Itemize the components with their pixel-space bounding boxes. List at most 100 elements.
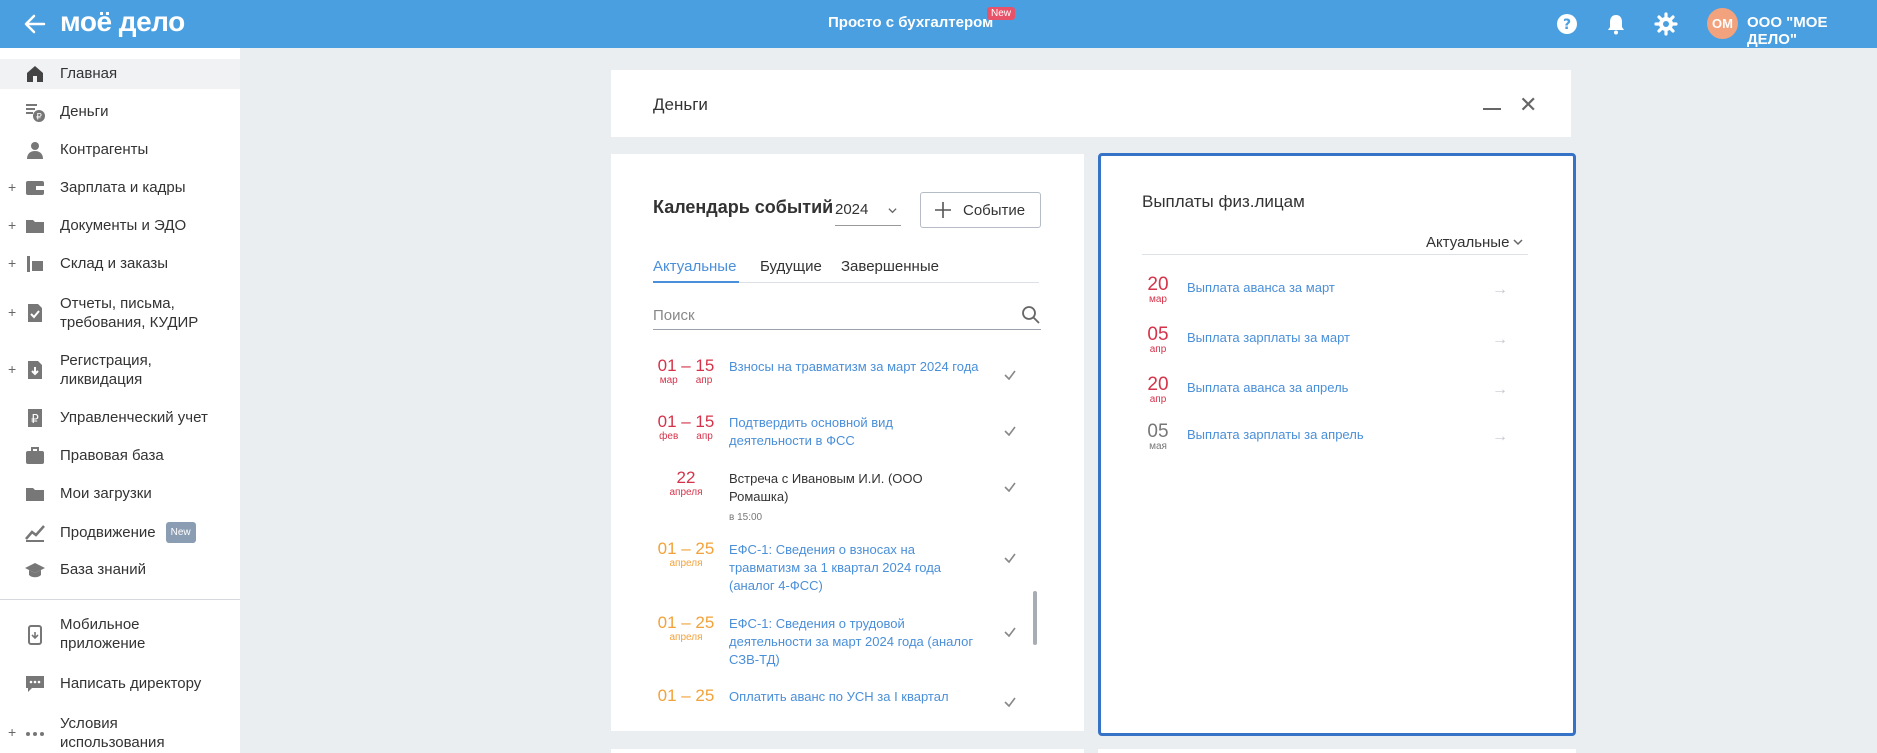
- sidebar-item-mobile-app[interactable]: Мобильное приложение: [0, 613, 240, 657]
- sidebar-item-terms[interactable]: + Условия использования: [0, 712, 240, 753]
- event-date: 01 – 25 апреля: [657, 539, 715, 569]
- search-input[interactable]: [653, 302, 1041, 330]
- payment-row[interactable]: 05 апр Выплата зарплаты за март →: [1142, 325, 1532, 359]
- calendar-title: Календарь событий: [653, 197, 834, 217]
- minimize-icon[interactable]: [1483, 108, 1501, 110]
- accountant-service-link[interactable]: Просто с бухгалтером: [828, 14, 993, 31]
- event-item[interactable]: 22 апреля Встреча с Ивановым И.И. (ООО Р…: [653, 468, 1043, 524]
- new-badge: New: [987, 7, 1016, 20]
- sidebar-item-management[interactable]: ₽ Управленческий учет: [0, 403, 240, 433]
- event-date: 01 – 15 мар апр: [657, 356, 715, 386]
- expand-plus-icon[interactable]: +: [8, 361, 16, 377]
- event-time: в 15:00: [729, 512, 763, 523]
- payment-row[interactable]: 05 мая Выплата зарплаты за апрель →: [1142, 422, 1532, 456]
- event-title[interactable]: ЕФС-1: Сведения о трудовой деятельности …: [729, 615, 979, 669]
- help-icon[interactable]: ?: [1555, 12, 1579, 36]
- svg-text:₽: ₽: [36, 113, 42, 123]
- filter-divider: [1142, 254, 1528, 255]
- home-icon: [27, 66, 43, 82]
- payment-link[interactable]: Выплата аванса за март: [1187, 280, 1335, 295]
- expand-plus-icon[interactable]: +: [8, 304, 16, 320]
- event-item[interactable]: 01 – 15 фев апр Подтвердить основной вид …: [653, 412, 1043, 458]
- scrollbar-thumb[interactable]: [1033, 591, 1037, 645]
- payment-date: 05 апр: [1147, 324, 1169, 355]
- check-icon[interactable]: [1003, 368, 1017, 382]
- check-icon[interactable]: [1003, 625, 1017, 639]
- wallet-icon: [26, 181, 44, 195]
- sidebar-item-registration[interactable]: + Регистрация, ликвидация: [0, 348, 240, 392]
- sidebar-item-legal[interactable]: Правовая база: [0, 441, 240, 471]
- warehouse-icon: [27, 256, 43, 272]
- logo[interactable]: моё дело: [60, 6, 185, 38]
- event-item[interactable]: 01 – 15 мар апр Взносы на травматизм за м…: [653, 356, 1043, 402]
- sidebar-item-contractors[interactable]: Контрагенты: [0, 135, 240, 165]
- payment-row[interactable]: 20 апр Выплата аванса за апрель →: [1142, 375, 1532, 409]
- event-title[interactable]: ЕФС-1: Сведения о взносах на травматизм …: [729, 541, 979, 595]
- sidebar-item-salary[interactable]: + Зарплата и кадры: [0, 173, 240, 203]
- event-title[interactable]: Оплатить аванс по УСН за I квартал: [729, 688, 979, 706]
- event-title[interactable]: Встреча с Ивановым И.И. (ООО Ромашка) в …: [729, 470, 979, 527]
- tab-future[interactable]: Будущие: [760, 258, 822, 275]
- sidebar-item-money[interactable]: ₽ Деньги: [0, 97, 240, 127]
- ruble-doc-icon: ₽: [28, 409, 42, 427]
- bell-icon[interactable]: [1604, 12, 1628, 36]
- sidebar-item-reports[interactable]: + Отчеты, письма, требования, КУДИР: [0, 291, 240, 335]
- check-icon[interactable]: [1003, 424, 1017, 438]
- payments-card: Выплаты физ.лицам Актуальные 20 мар Выпл…: [1098, 153, 1576, 736]
- sidebar: Главная ₽ Деньги Контрагенты + Зарплата …: [0, 48, 240, 753]
- year-select[interactable]: 2024: [835, 196, 901, 226]
- calendar-card: Календарь событий 2024 Событие Актуальны…: [611, 154, 1084, 731]
- search-icon[interactable]: [1021, 305, 1041, 325]
- expand-plus-icon[interactable]: +: [8, 179, 16, 195]
- sidebar-item-documents[interactable]: + Документы и ЭДО: [0, 211, 240, 241]
- sidebar-item-warehouse[interactable]: + Склад и заказы: [0, 249, 240, 279]
- new-badge: New: [165, 522, 196, 543]
- close-icon[interactable]: ✕: [1519, 92, 1537, 118]
- person-icon: [27, 142, 43, 159]
- event-date: 01 – 25: [657, 686, 715, 705]
- svg-text:?: ?: [1563, 17, 1571, 33]
- expand-plus-icon[interactable]: +: [8, 724, 16, 740]
- tab-completed[interactable]: Завершенные: [841, 258, 939, 275]
- check-icon[interactable]: [1003, 480, 1017, 494]
- avatar[interactable]: ОМ: [1707, 8, 1738, 39]
- graduation-cap-icon: [25, 563, 45, 578]
- sidebar-item-promotion[interactable]: Продвижение New: [0, 517, 240, 547]
- add-event-button[interactable]: Событие: [920, 192, 1041, 228]
- gear-icon[interactable]: [1654, 12, 1678, 36]
- money-icon: ₽: [26, 104, 45, 123]
- event-title[interactable]: Взносы на травматизм за март 2024 года: [729, 358, 979, 376]
- top-bar: моё дело Просто с бухгалтером New ? ОМ О…: [0, 0, 1877, 48]
- company-name[interactable]: ООО "МОЕ ДЕЛО": [1747, 14, 1877, 48]
- event-item[interactable]: 01 – 25 Оплатить аванс по УСН за I кварт…: [653, 686, 1043, 726]
- expand-plus-icon[interactable]: +: [8, 217, 16, 233]
- event-item[interactable]: 01 – 25 апреля ЕФС-1: Сведения о трудово…: [653, 613, 1043, 669]
- event-date: 22 апреля: [669, 468, 703, 498]
- payment-link[interactable]: Выплата зарплаты за март: [1187, 330, 1350, 345]
- payment-row[interactable]: 20 мар Выплата аванса за март →: [1142, 275, 1532, 309]
- event-title[interactable]: Подтвердить основной вид деятельности в …: [729, 414, 979, 450]
- check-icon[interactable]: [1003, 551, 1017, 565]
- payment-link[interactable]: Выплата аванса за апрель: [1187, 380, 1348, 395]
- arrow-right-icon[interactable]: →: [1492, 331, 1508, 349]
- payments-filter-dropdown[interactable]: Актуальные: [1426, 234, 1523, 251]
- chevron-down-icon: [888, 208, 897, 214]
- arrow-right-icon[interactable]: →: [1492, 381, 1508, 399]
- sidebar-item-downloads[interactable]: Мои загрузки: [0, 479, 240, 509]
- sidebar-item-write-director[interactable]: Написать директору: [0, 669, 240, 699]
- page-title: Деньги: [653, 95, 708, 114]
- sidebar-item-knowledge[interactable]: База знаний: [0, 555, 240, 585]
- event-item[interactable]: 01 – 25 апреля ЕФС-1: Сведения о взносах…: [653, 539, 1043, 595]
- payment-link[interactable]: Выплата зарплаты за апрель: [1187, 427, 1364, 442]
- arrow-right-icon[interactable]: →: [1492, 428, 1508, 446]
- back-arrow-icon[interactable]: [20, 9, 50, 39]
- tab-actual[interactable]: Актуальные: [653, 258, 736, 275]
- expand-plus-icon[interactable]: +: [8, 255, 16, 271]
- check-icon[interactable]: [1003, 695, 1017, 709]
- sidebar-divider: [0, 599, 240, 600]
- next-card-edge: [1098, 749, 1576, 753]
- arrow-right-icon[interactable]: →: [1492, 281, 1508, 299]
- report-icon: [28, 304, 42, 322]
- sidebar-item-home[interactable]: Главная: [0, 59, 240, 89]
- registration-icon: [28, 361, 42, 379]
